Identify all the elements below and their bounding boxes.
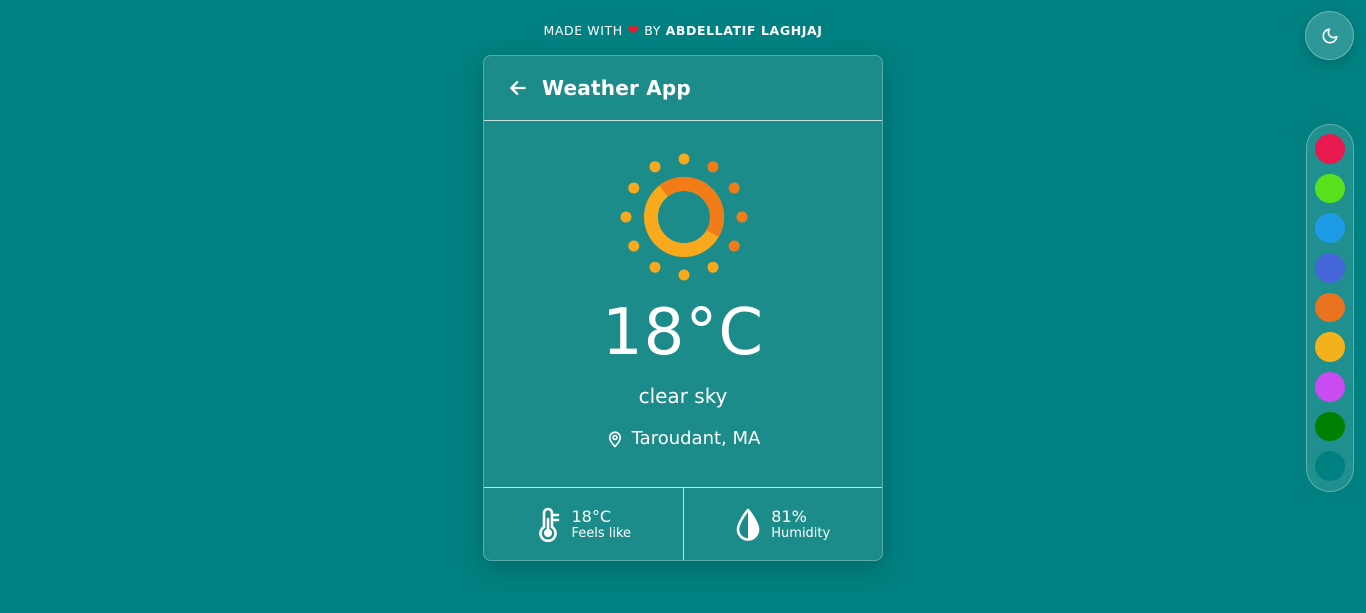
- feels-like-label: Feels like: [571, 526, 632, 541]
- color-swatch-9[interactable]: [1315, 451, 1345, 482]
- color-swatch-7[interactable]: [1315, 372, 1345, 402]
- location: Taroudant, MA: [484, 428, 882, 449]
- color-swatch-6[interactable]: [1315, 332, 1345, 363]
- color-swatch-2[interactable]: [1315, 173, 1345, 204]
- humidity-label: Humidity: [771, 526, 831, 541]
- credit-line: MADE WITH ❤ BY ABDELLATIF LAGHJAJ: [0, 23, 1366, 39]
- arrow-left-icon[interactable]: [508, 78, 528, 98]
- weather-card: Weather App 18°C clear sky Taroudant, MA: [483, 55, 883, 561]
- color-palette: [1306, 124, 1354, 492]
- weather-main: 18°C clear sky Taroudant, MA: [484, 121, 882, 487]
- droplet-icon: [736, 508, 760, 541]
- credit-by: BY: [644, 23, 661, 38]
- sun-ray: [649, 161, 661, 173]
- weather-stats: 18°C Feels like 81% Humidity: [484, 487, 883, 560]
- humidity-stat: 81% Humidity: [682, 488, 883, 560]
- thermometer-icon: [539, 507, 560, 542]
- sun-ray: [628, 240, 640, 252]
- temperature: 18°C: [601, 296, 765, 370]
- map-pin-icon: [608, 431, 621, 447]
- feels-like-value: 18°C: [571, 507, 611, 526]
- weather-description: clear sky: [638, 384, 728, 408]
- moon-icon: [1321, 27, 1338, 44]
- color-swatch-8[interactable]: [1315, 411, 1345, 442]
- sun-ray: [649, 261, 661, 273]
- credit-prefix: MADE WITH: [543, 23, 623, 38]
- sun-ray: [628, 182, 640, 194]
- color-swatch-5[interactable]: [1315, 292, 1345, 323]
- feels-like-stat: 18°C Feels like: [484, 488, 683, 560]
- sun-ray: [707, 161, 719, 173]
- color-swatch-3[interactable]: [1315, 213, 1345, 244]
- color-swatch-1[interactable]: [1315, 134, 1345, 164]
- sun-ray: [678, 269, 690, 281]
- sun-ray: [678, 153, 690, 165]
- sun-ray: [728, 182, 740, 194]
- humidity-value: 81%: [771, 507, 807, 526]
- location-label: Taroudant, MA: [631, 428, 761, 449]
- page-title: Weather App: [542, 76, 691, 100]
- card-header: Weather App: [484, 56, 882, 121]
- sun-ray: [728, 240, 740, 252]
- sun-ray: [736, 211, 748, 223]
- sun-ray: [620, 211, 632, 223]
- sun-icon: [620, 153, 748, 281]
- heart-icon: ❤: [627, 23, 640, 39]
- color-swatch-4[interactable]: [1315, 253, 1345, 283]
- theme-toggle-button[interactable]: [1305, 11, 1354, 60]
- sun-ray: [707, 261, 719, 273]
- credit-author[interactable]: ABDELLATIF LAGHJAJ: [666, 23, 823, 38]
